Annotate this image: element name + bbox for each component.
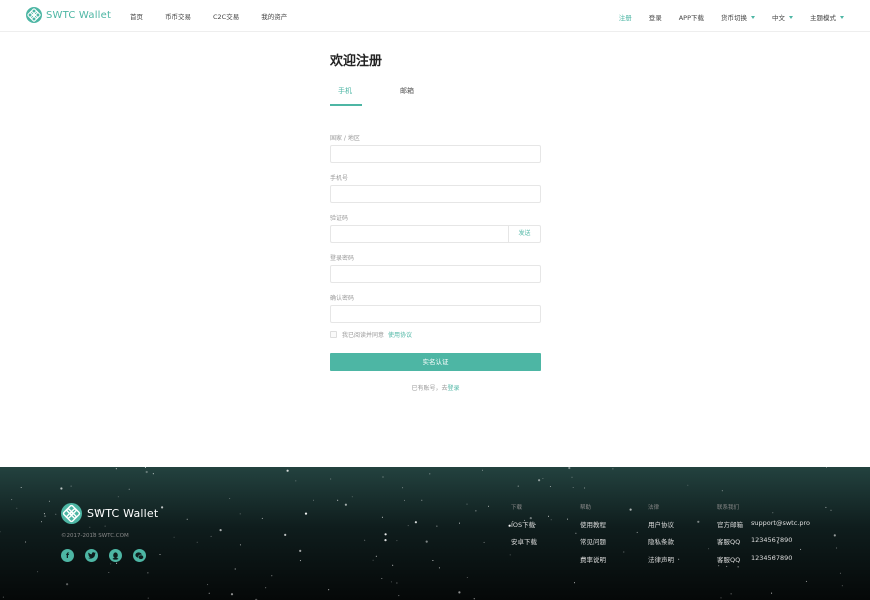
contact-qq[interactable]: 1234567890 — [751, 554, 792, 564]
theme-mode-dropdown[interactable]: 主题模式 — [810, 12, 844, 22]
send-code-button[interactable]: 发送 — [508, 225, 541, 243]
nav-coin-trade[interactable]: 币币交易 — [165, 11, 191, 21]
phone-input[interactable] — [330, 185, 541, 203]
social-links: f — [61, 549, 157, 562]
currency-switch-dropdown[interactable]: 货币切换 — [721, 12, 755, 22]
theme-mode-label: 主题模式 — [810, 14, 836, 22]
password-label: 登录密码 — [330, 255, 355, 262]
chevron-down-icon — [840, 15, 844, 19]
footer-col-legal: 法律 用户协议 隐私条款 法律声明 — [648, 503, 674, 564]
brand-name: SWTC Wallet — [46, 9, 112, 21]
user-nav: 注册 登录 APP下载 货币切换 中文 主题模式 — [602, 12, 844, 22]
register-form: 欢迎注册 手机 邮箱 国家 / 地区 手机号 验证码 发送 登录密码 确认密码 … — [330, 50, 541, 392]
confirm-password-label: 确认密码 — [330, 295, 355, 302]
copyright: ©2017-2018 SWTC.COM — [61, 533, 129, 539]
agree-checkbox[interactable] — [330, 331, 337, 338]
site-footer: SWTC Wallet ©2017-2018 SWTC.COM f 下载 IOS… — [0, 467, 870, 600]
swtc-logo-icon — [26, 7, 42, 23]
language-label: 中文 — [772, 14, 785, 22]
contact-qq-row: 客服QQ 1234567890 — [717, 554, 810, 564]
footer-brand-logo: SWTC Wallet — [61, 503, 158, 524]
confirm-password-input[interactable] — [330, 305, 541, 323]
facebook-icon[interactable]: f — [61, 549, 74, 562]
top-header: SWTC Wallet 首页 币币交易 C2C交易 我的资产 注册 登录 APP… — [0, 0, 870, 32]
contact-qq[interactable]: 1234567890 — [751, 536, 792, 546]
have-account-line: 已有账号，去登录 — [330, 383, 541, 392]
submit-button[interactable]: 实名认证 — [330, 353, 541, 371]
main-nav: 首页 币币交易 C2C交易 我的资产 — [130, 11, 309, 21]
contact-email[interactable]: support@swtc.pro — [751, 519, 810, 529]
tab-phone[interactable]: 手机 — [338, 86, 352, 96]
chevron-down-icon — [751, 15, 755, 19]
terms-link[interactable]: 使用协议 — [388, 330, 412, 339]
contact-email-row: 官方邮箱 support@swtc.pro — [717, 519, 810, 529]
verification-code-input[interactable] — [330, 225, 508, 243]
chevron-down-icon — [789, 15, 793, 19]
qq-icon[interactable] — [109, 549, 122, 562]
phone-label: 手机号 — [330, 175, 349, 182]
country-select[interactable] — [330, 145, 541, 163]
footer-brand-name: SWTC Wallet — [87, 507, 159, 520]
footer-col-help: 帮助 使用教程 常见问题 费率说明 — [580, 503, 606, 564]
country-label: 国家 / 地区 — [330, 135, 360, 142]
footer-link-privacy[interactable]: 隐私条款 — [648, 536, 674, 546]
active-tab-indicator — [330, 104, 362, 106]
twitter-icon[interactable] — [85, 549, 98, 562]
footer-link-legal-notice[interactable]: 法律声明 — [648, 554, 674, 564]
page-title: 欢迎注册 — [330, 54, 383, 69]
go-login-link[interactable]: 登录 — [448, 385, 460, 392]
footer-col-title: 下载 — [511, 505, 523, 511]
footer-col-title: 法律 — [648, 505, 660, 511]
footer-link-fees[interactable]: 费率说明 — [580, 554, 606, 564]
agree-text: 我已阅读并同意 — [342, 332, 385, 339]
contact-key: 客服QQ — [717, 538, 741, 546]
agreement-row: 我已阅读并同意 使用协议 — [330, 330, 412, 339]
have-account-text: 已有账号，去 — [411, 385, 448, 392]
nav-register[interactable]: 注册 — [619, 12, 632, 22]
wechat-icon[interactable] — [133, 549, 146, 562]
footer-link-user-agreement[interactable]: 用户协议 — [648, 519, 674, 529]
footer-col-title: 联系我们 — [717, 505, 740, 511]
footer-col-title: 帮助 — [580, 505, 592, 511]
code-label: 验证码 — [330, 215, 349, 222]
nav-app-download[interactable]: APP下载 — [679, 12, 704, 22]
nav-home[interactable]: 首页 — [130, 11, 143, 21]
nav-c2c-trade[interactable]: C2C交易 — [213, 11, 239, 21]
footer-link-android[interactable]: 安卓下载 — [511, 536, 537, 546]
footer-link-tutorial[interactable]: 使用教程 — [580, 519, 606, 529]
nav-login[interactable]: 登录 — [649, 12, 662, 22]
password-input[interactable] — [330, 265, 541, 283]
nav-my-assets[interactable]: 我的资产 — [261, 11, 287, 21]
swtc-logo-icon — [61, 503, 82, 524]
tab-email[interactable]: 邮箱 — [400, 86, 414, 96]
brand-logo[interactable]: SWTC Wallet — [26, 7, 111, 23]
language-dropdown[interactable]: 中文 — [772, 12, 793, 22]
footer-link-ios[interactable]: IOS下载 — [511, 519, 537, 529]
contact-qq-row: 客服QQ 1234567890 — [717, 536, 810, 546]
footer-col-download: 下载 IOS下载 安卓下载 — [511, 503, 537, 546]
footer-col-contact: 联系我们 官方邮箱 support@swtc.pro 客服QQ 12345678… — [717, 503, 810, 564]
register-tabs: 手机 邮箱 — [330, 82, 541, 106]
contact-key: 客服QQ — [717, 555, 741, 564]
contact-key: 官方邮箱 — [717, 520, 743, 529]
currency-switch-label: 货币切换 — [721, 14, 747, 22]
footer-link-faq[interactable]: 常见问题 — [580, 536, 606, 546]
